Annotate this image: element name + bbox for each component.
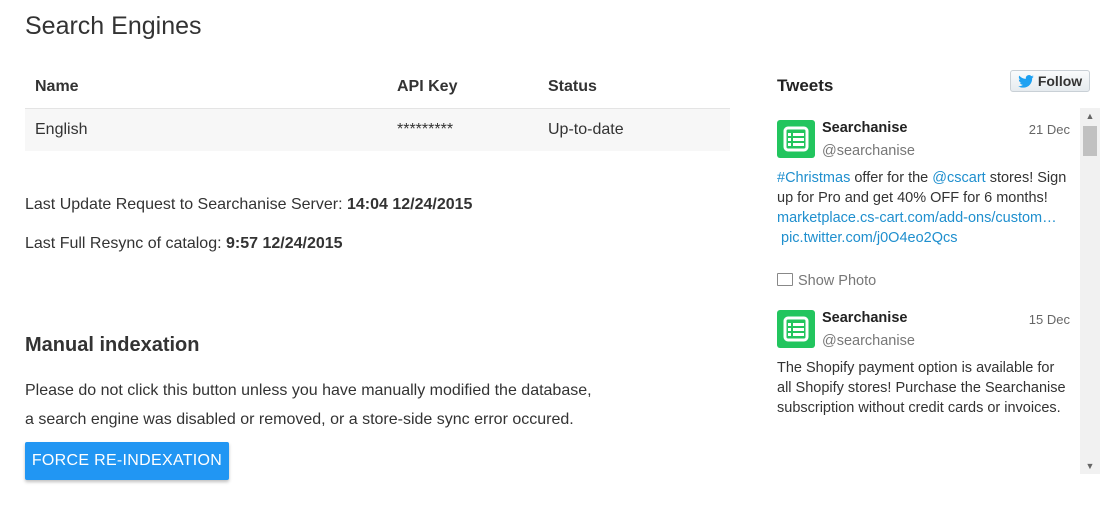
tweet-text: #Christmas offer for the @cscart stores!… <box>777 168 1072 248</box>
tweets-title: Tweets <box>777 76 834 95</box>
show-photo-label: Show Photo <box>798 273 877 289</box>
last-update-label: Last Update Request to Searchanise Serve… <box>25 196 343 213</box>
scrollbar-thumb[interactable] <box>1083 126 1097 156</box>
last-resync-value: 9:57 12/24/2015 <box>226 235 343 252</box>
searchanise-avatar[interactable] <box>777 310 815 348</box>
search-engines-table: Name API Key Status English ********* Up… <box>25 66 730 151</box>
show-photo-link[interactable]: Show Photo <box>777 273 876 289</box>
tweet-url-link[interactable]: marketplace.cs-cart.com/add-ons/custom… <box>777 210 1057 226</box>
searchanise-avatar[interactable] <box>777 120 815 158</box>
page-title: Search Engines <box>25 12 202 40</box>
tweet-pic-link[interactable]: pic.twitter.com/j0O4eo2Qcs <box>781 230 958 246</box>
scroll-up-arrow-icon[interactable]: ▲ <box>1080 108 1100 124</box>
hashtag-link[interactable]: #Christmas <box>777 170 850 186</box>
table-header-row: Name API Key Status <box>25 66 730 109</box>
tweet-author-name[interactable]: Searchanise <box>822 120 907 136</box>
last-resync-info: Last Full Resync of catalog: 9:57 12/24/… <box>25 235 343 253</box>
tweet-text: The Shopify payment option is available … <box>777 360 1066 416</box>
last-resync-label: Last Full Resync of catalog: <box>25 235 222 252</box>
column-header-api-key[interactable]: API Key <box>387 66 538 109</box>
force-reindexation-button[interactable]: FORCE RE-INDEXATION <box>25 442 229 480</box>
tweet-date[interactable]: 15 Dec <box>1029 312 1070 327</box>
status-cell: Up-to-date <box>538 108 730 151</box>
tweet-item: Searchanise @searchanise 15 Dec The Shop… <box>777 304 1077 444</box>
column-header-name[interactable]: Name <box>25 66 387 109</box>
last-update-value: 14:04 12/24/2015 <box>346 196 473 213</box>
tweet-scrollbar[interactable]: ▲ ▼ <box>1080 108 1100 474</box>
follow-label: Follow <box>1037 73 1083 89</box>
notice-line-2: a search engine was disabled or removed,… <box>25 411 574 428</box>
manual-indexation-title: Manual indexation <box>25 334 200 356</box>
follow-button[interactable]: Follow <box>1010 70 1090 92</box>
indexation-notice: Please do not click this button unless y… <box>25 376 645 434</box>
engine-name-cell: English <box>25 108 387 151</box>
tweet-author-name[interactable]: Searchanise <box>822 310 907 326</box>
tweet-text-part: offer for the <box>850 170 933 186</box>
tweet-timeline[interactable]: Searchanise @searchanise 21 Dec #Christm… <box>770 108 1100 474</box>
twitter-bird-icon <box>1018 74 1034 88</box>
tweets-widget: Tweets Follow Searchanise @searchanise 2… <box>770 64 1100 474</box>
column-header-status[interactable]: Status <box>538 66 730 109</box>
table-row: English ********* Up-to-date <box>25 108 730 151</box>
mention-link[interactable]: @cscart <box>932 170 985 186</box>
tweet-author-handle[interactable]: @searchanise <box>822 143 915 159</box>
last-update-info: Last Update Request to Searchanise Serve… <box>25 196 472 214</box>
notice-line-1: Please do not click this button unless y… <box>25 382 592 399</box>
photo-icon <box>777 273 793 286</box>
tweet-date[interactable]: 21 Dec <box>1029 122 1070 137</box>
tweet-author-handle[interactable]: @searchanise <box>822 333 915 349</box>
api-key-cell: ********* <box>387 108 538 151</box>
tweet-item: Searchanise @searchanise 21 Dec #Christm… <box>777 114 1077 294</box>
scroll-down-arrow-icon[interactable]: ▼ <box>1080 458 1100 474</box>
